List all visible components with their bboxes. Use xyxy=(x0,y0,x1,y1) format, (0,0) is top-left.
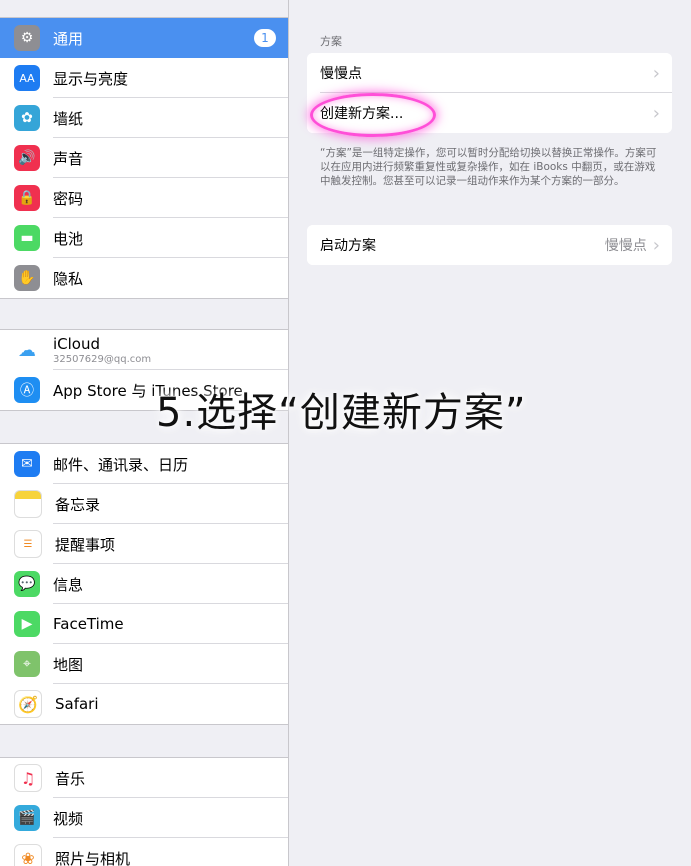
music-icon: ♫ xyxy=(14,764,42,792)
maps-icon: ⌖ xyxy=(14,651,40,677)
sidebar-item-label: 音乐 xyxy=(55,769,86,788)
wallpaper-icon: ✿ xyxy=(14,105,40,131)
sidebar-item-label: 邮件、通讯录、日历 xyxy=(53,455,189,474)
sidebar-item-general[interactable]: ⚙ 通用 1 xyxy=(0,18,288,58)
notification-badge: 1 xyxy=(254,29,276,47)
sidebar-item-music[interactable]: ♫ 音乐 xyxy=(0,758,288,798)
video-icon: 🎬 xyxy=(14,805,40,831)
section-footer-note: “方案”是一组特定操作，您可以暂时分配给切换以替换正常操作。方案可以在应用内进行… xyxy=(320,147,657,187)
notes-icon xyxy=(14,490,42,518)
gear-icon: ⚙ xyxy=(14,25,40,51)
account-email: 32507629@qq.com xyxy=(53,354,152,365)
sidebar-item-label: FaceTime xyxy=(53,615,124,633)
sidebar-item-notes[interactable]: 备忘录 xyxy=(0,484,288,524)
sidebar-item-videos[interactable]: 🎬 视频 xyxy=(0,798,288,838)
create-new-recipe-button[interactable]: 创建新方案... › xyxy=(307,93,672,133)
sidebar-item-reminders[interactable]: ☰ 提醒事项 xyxy=(0,524,288,564)
sidebar-item-label: 声音 xyxy=(53,149,84,168)
photos-icon: ❀ xyxy=(14,844,42,866)
sidebar-item-privacy[interactable]: ✋ 隐私 xyxy=(0,258,288,298)
settings-group-general: ⚙ 通用 1 AA 显示与亮度 ✿ 墙纸 🔊 声音 🔒 密码 ▬ 电池 ✋ 隐私 xyxy=(0,17,288,299)
sidebar-item-battery[interactable]: ▬ 电池 xyxy=(0,218,288,258)
section-header: 方案 xyxy=(320,35,342,48)
settings-group-media: ♫ 音乐 🎬 视频 ❀ 照片与相机 xyxy=(0,757,288,866)
sidebar-item-sounds[interactable]: 🔊 声音 xyxy=(0,138,288,178)
chevron-right-icon: › xyxy=(652,62,660,84)
reminders-icon: ☰ xyxy=(14,530,42,558)
recipe-label: 创建新方案... xyxy=(320,106,404,122)
facetime-icon: ▶ xyxy=(14,611,40,637)
sidebar-item-label: 密码 xyxy=(53,189,84,208)
sidebar-item-mail[interactable]: ✉ 邮件、通讯录、日历 xyxy=(0,444,288,484)
recipe-label: 慢慢点 xyxy=(320,66,362,82)
launch-recipe-row[interactable]: 启动方案 慢慢点 › xyxy=(307,225,672,265)
sidebar-item-label: iCloud xyxy=(53,335,101,353)
sidebar-item-maps[interactable]: ⌖ 地图 xyxy=(0,644,288,684)
sidebar-item-label: 隐私 xyxy=(53,269,84,288)
sidebar-item-messages[interactable]: 💬 信息 xyxy=(0,564,288,604)
mail-icon: ✉ xyxy=(14,451,40,477)
sidebar-item-label: 信息 xyxy=(53,575,84,594)
sidebar-item-photos[interactable]: ❀ 照片与相机 xyxy=(0,838,288,866)
sidebar-item-label: 地图 xyxy=(53,655,84,674)
safari-icon: 🧭 xyxy=(14,690,42,718)
launch-recipe-card: 启动方案 慢慢点 › xyxy=(307,225,672,265)
sidebar-item-facetime[interactable]: ▶ FaceTime xyxy=(0,604,288,644)
launch-recipe-value: 慢慢点 xyxy=(604,238,647,254)
sidebar-item-label: 提醒事项 xyxy=(55,535,116,554)
speaker-icon: 🔊 xyxy=(14,145,40,171)
launch-recipe-label: 启动方案 xyxy=(320,238,376,254)
chevron-right-icon: › xyxy=(652,234,660,256)
sidebar-item-wallpaper[interactable]: ✿ 墙纸 xyxy=(0,98,288,138)
sidebar-item-label: 视频 xyxy=(53,809,84,828)
sidebar-item-passcode[interactable]: 🔒 密码 xyxy=(0,178,288,218)
recipes-card: 慢慢点 › 创建新方案... › xyxy=(307,53,672,133)
sidebar-item-safari[interactable]: 🧭 Safari xyxy=(0,684,288,724)
chevron-right-icon: › xyxy=(652,102,660,124)
lock-icon: 🔒 xyxy=(14,185,40,211)
sidebar-item-label: 墙纸 xyxy=(53,109,84,128)
appstore-icon: Ⓐ xyxy=(14,377,40,403)
sidebar-item-icloud[interactable]: ☁ iCloud 32507629@qq.com xyxy=(0,330,288,370)
recipe-item-slow-tap[interactable]: 慢慢点 › xyxy=(307,53,672,93)
sidebar-item-label: 通用 xyxy=(53,29,84,48)
sidebar-item-label: 电池 xyxy=(53,229,84,248)
battery-icon: ▬ xyxy=(14,225,40,251)
cloud-icon: ☁ xyxy=(14,337,40,363)
sidebar-item-label: 备忘录 xyxy=(55,495,101,514)
display-brightness-icon: AA xyxy=(14,65,40,91)
hand-icon: ✋ xyxy=(14,265,40,291)
sidebar-item-label: 照片与相机 xyxy=(55,849,131,866)
sidebar-item-display[interactable]: AA 显示与亮度 xyxy=(0,58,288,98)
sidebar-item-label: 显示与亮度 xyxy=(53,69,129,88)
sidebar-item-label: Safari xyxy=(55,695,99,713)
messages-icon: 💬 xyxy=(14,571,40,597)
settings-group-apps: ✉ 邮件、通讯录、日历 备忘录 ☰ 提醒事项 💬 信息 ▶ FaceTime ⌖… xyxy=(0,443,288,725)
tutorial-caption: 5.选择“创建新方案” xyxy=(156,390,527,436)
